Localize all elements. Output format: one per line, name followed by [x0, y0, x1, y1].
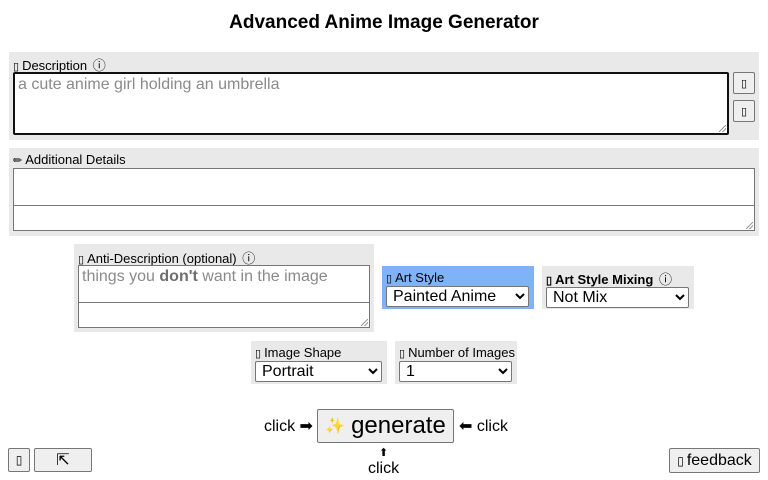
number-of-images-label-text: Number of Images: [408, 345, 515, 360]
page-title: Advanced Anime Image Generator: [229, 12, 539, 33]
description-textarea[interactable]: a cute anime girl holding an umbrella: [13, 72, 729, 135]
number-of-images-label: ▯ Number of Images: [399, 345, 515, 360]
anti-description-placeholder: things you don't want in the image: [82, 268, 328, 286]
anti-placeholder-bold: don't: [159, 268, 198, 285]
pencil-icon: ✏: [13, 155, 23, 167]
description-info-icon[interactable]: ⓘ: [93, 58, 106, 73]
art-style-select[interactable]: Painted Anime: [386, 286, 529, 307]
additional-details-textarea[interactable]: [13, 205, 755, 231]
feedback-label: feedback: [686, 451, 752, 469]
number-of-images-panel: ▯ Number of Images 1: [395, 341, 517, 384]
image-shape-glyph-icon: ▯: [255, 348, 262, 360]
description-placeholder: a cute anime girl holding an umbrella: [18, 76, 280, 93]
expand-button[interactable]: ⇱: [34, 448, 92, 472]
description-side-button-2[interactable]: ▯: [733, 100, 755, 122]
image-shape-select[interactable]: Portrait: [255, 361, 382, 382]
additional-details-label: ✏ Additional Details: [13, 152, 126, 167]
art-style-glyph-icon: ▯: [386, 273, 393, 285]
number-of-images-select[interactable]: 1: [399, 361, 512, 382]
image-shape-panel: ▯ Image Shape Portrait: [251, 341, 387, 384]
sparkle-icon: ✨: [325, 418, 346, 435]
generate-button-label: generate: [351, 412, 446, 439]
feedback-button[interactable]: ▯ feedback: [669, 448, 760, 473]
art-style-mixing-glyph-icon: ▯: [546, 275, 553, 287]
additional-details-label-text: Additional Details: [25, 152, 126, 167]
up-arrow-icon: ⬆: [379, 447, 389, 459]
anti-description-label-text: Anti-Description (optional): [87, 251, 237, 266]
art-style-mixing-panel: ▯ Art Style Mixing ⓘ Not Mix: [542, 266, 694, 309]
additional-details-input[interactable]: [13, 168, 755, 206]
resize-grip-icon[interactable]: [746, 222, 753, 229]
art-style-mixing-label: ▯ Art Style Mixing ⓘ: [546, 269, 672, 288]
art-style-panel: ▯ Art Style Painted Anime: [382, 266, 534, 309]
click-hint-left: click ➡: [264, 418, 313, 435]
anti-placeholder-pre: things you: [82, 268, 160, 285]
art-style-label-text: Art Style: [395, 270, 445, 285]
anti-description-input[interactable]: things you don't want in the image: [78, 265, 370, 303]
generate-button[interactable]: ✨ generate: [317, 409, 454, 443]
resize-grip-icon[interactable]: [361, 319, 368, 326]
anti-description-info-icon[interactable]: ⓘ: [242, 251, 255, 266]
art-style-label: ▯ Art Style: [386, 270, 444, 285]
click-hint-right: ⬅ click: [459, 418, 508, 435]
bottom-left-button[interactable]: ▯: [8, 448, 30, 472]
art-style-mixing-label-text: Art Style Mixing: [555, 272, 654, 287]
image-shape-label: ▯ Image Shape: [255, 345, 341, 360]
resize-grip-icon[interactable]: [719, 125, 726, 132]
image-shape-label-text: Image Shape: [264, 345, 342, 360]
number-of-images-glyph-icon: ▯: [399, 348, 406, 360]
anti-placeholder-post: want in the image: [197, 268, 328, 285]
description-panel: ▯ Description ⓘ a cute anime girl holding…: [9, 52, 759, 140]
click-hint-below: click: [368, 460, 400, 477]
description-label-text: Description: [22, 58, 88, 73]
anti-description-panel: ▯ Anti-Description (optional) ⓘ things yo…: [74, 244, 374, 332]
art-style-mixing-info-icon[interactable]: ⓘ: [659, 272, 672, 287]
additional-details-panel: ✏ Additional Details: [9, 148, 759, 236]
feedback-icon: ▯: [677, 453, 684, 468]
art-style-mixing-select[interactable]: Not Mix: [546, 287, 689, 308]
anti-description-textarea[interactable]: [78, 302, 370, 328]
description-side-button-1[interactable]: ▯: [733, 72, 755, 94]
